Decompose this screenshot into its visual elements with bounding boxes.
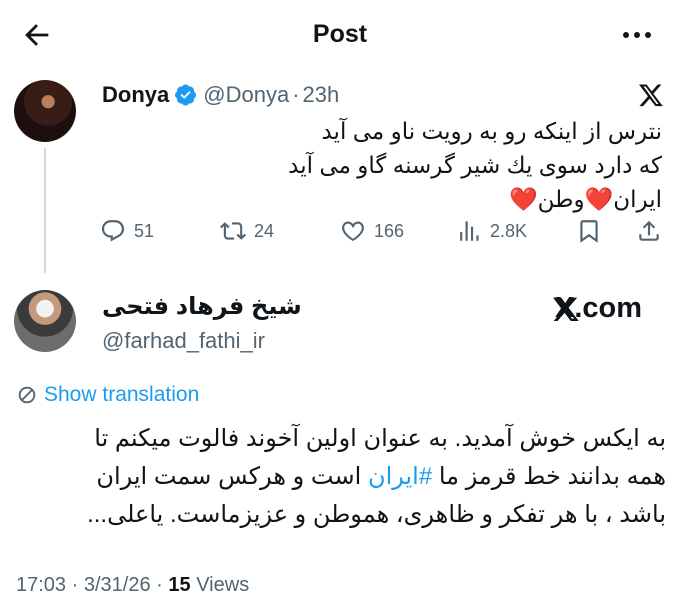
thread-line <box>44 148 46 273</box>
quoted-text-line: نترس از اینکه رو به رویت ناو می آید <box>321 118 662 144</box>
avatar[interactable] <box>14 80 76 142</box>
xcom-watermark: X.com <box>552 292 642 325</box>
action-bar: 51 24 166 2.8K <box>100 218 666 248</box>
post-text-segment: همه بدانند خط قرمز ما <box>432 463 666 490</box>
post-text-line: همه بدانند خط قرمز ما #ایران است و هرکس … <box>16 458 666 496</box>
views-count: 15 <box>168 574 191 596</box>
share-button[interactable] <box>636 218 662 244</box>
repost-button[interactable]: 24 <box>220 218 274 244</box>
post-text: به ایکس خوش آمدید. به عنوان اولین آخوند … <box>16 420 666 534</box>
quoted-text-line: که دارد سوی یك شیر گرسنه گاو می آید <box>288 152 662 178</box>
share-icon <box>639 220 659 241</box>
reply-icon <box>101 220 125 242</box>
reply-count: 51 <box>134 220 155 241</box>
post-text-line: باشد ، با هر تفکر و ظاهری، هموطن و عزیزم… <box>87 501 666 528</box>
post-text-segment: است و هرکس سمت ایران <box>96 463 368 490</box>
author-handle[interactable]: @Donya <box>203 82 289 108</box>
top-bar: Post <box>0 0 680 70</box>
page-title: Post <box>312 20 368 48</box>
views-button[interactable]: 2.8K <box>456 218 527 244</box>
heart-icon <box>342 221 364 242</box>
post-text-line: به ایکس خوش آمدید. به عنوان اولین آخوند … <box>94 425 666 452</box>
quoted-author-row: Donya @Donya · 23h <box>102 80 339 110</box>
author-name[interactable]: Donya <box>102 82 169 108</box>
x-logo-icon <box>638 82 664 108</box>
repost-icon <box>220 222 246 240</box>
like-button[interactable]: 166 <box>340 218 404 244</box>
hashtag-link[interactable]: #ایران <box>368 463 432 490</box>
reply-button[interactable]: 51 <box>100 218 154 244</box>
repost-count: 24 <box>254 220 275 241</box>
post-meta: 17:03 · 3/31/26 · 15 Views <box>16 574 249 597</box>
show-translation-link[interactable]: Show translation <box>16 383 199 407</box>
views-chart-icon <box>460 221 479 241</box>
post-time[interactable]: 17:03 <box>16 574 66 596</box>
show-translation-label: Show translation <box>44 383 200 406</box>
views-count: 2.8K <box>490 220 528 241</box>
author-name[interactable]: شیخ فرهاد فتحی <box>102 292 302 321</box>
xcom-label: X.com <box>555 292 643 324</box>
separator-dot: · <box>156 574 163 596</box>
like-count: 166 <box>374 220 405 241</box>
separator-dot: · <box>71 574 79 596</box>
bookmark-button[interactable] <box>576 218 602 244</box>
verified-badge-icon <box>175 84 197 106</box>
author-handle[interactable]: @farhad_fathi_ir <box>102 328 265 354</box>
views-label: Views <box>196 574 250 596</box>
more-options-icon[interactable] <box>620 22 654 48</box>
post-date[interactable]: 3/31/26 <box>84 574 151 596</box>
bookmark-icon <box>580 220 598 243</box>
translate-globe-icon <box>18 386 36 404</box>
post-time[interactable]: 23h <box>303 82 340 108</box>
quoted-post-text: نترس از اینکه رو به رویت ناو می آید که د… <box>100 114 662 216</box>
separator-dot: · <box>292 82 300 107</box>
avatar[interactable] <box>14 290 76 352</box>
quoted-text-line: ایران❤️وطن❤️ <box>509 186 662 212</box>
